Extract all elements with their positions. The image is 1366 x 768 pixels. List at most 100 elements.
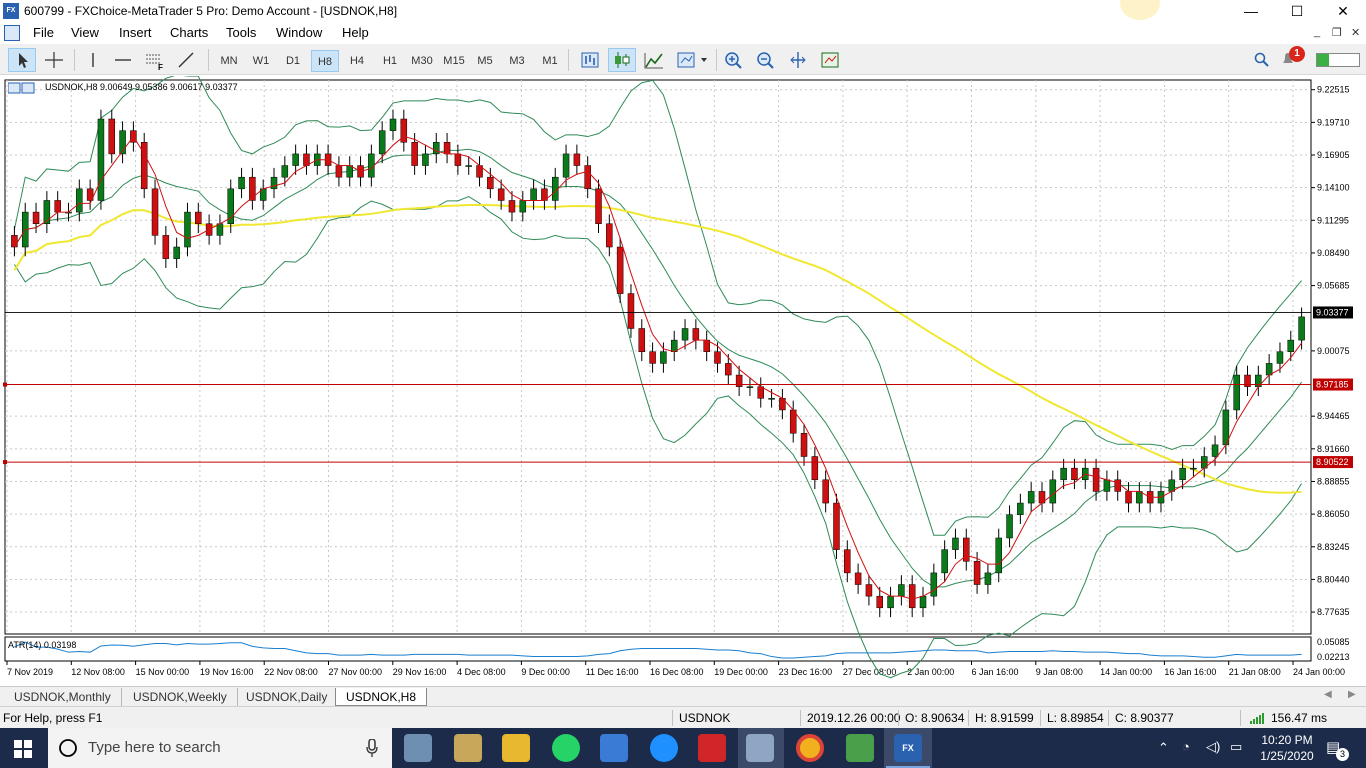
candle-body	[389, 118, 397, 131]
candle-body	[346, 165, 353, 178]
tab-scroll-right-icon[interactable]: ▶	[1348, 689, 1356, 700]
connection-fill	[1317, 54, 1329, 66]
candle-body	[1114, 479, 1121, 492]
chrome-icon[interactable]	[796, 734, 824, 762]
price-chart[interactable]: 9.22515 9.19710 9.16905 9.14100 9.11295 9.084…	[0, 74, 1366, 686]
timeframe-h4[interactable]: H4	[344, 50, 370, 72]
price-axis-label: 9.19710	[1317, 117, 1350, 127]
level-price-label: 8.97185	[1316, 380, 1349, 390]
menu-view[interactable]: View	[71, 25, 99, 40]
tab-usdnok-h8[interactable]: USDNOK,H8	[335, 688, 428, 706]
paint-app-icon[interactable]	[454, 734, 482, 762]
line-chart-button[interactable]	[640, 48, 668, 72]
trendline-icon	[178, 52, 194, 68]
candle-body	[1027, 491, 1035, 504]
menu-help[interactable]: Help	[342, 25, 369, 40]
timeframe-mn[interactable]: MN	[216, 50, 242, 72]
trading-app-icon[interactable]	[698, 734, 726, 762]
chart-window-icon[interactable]	[4, 25, 20, 41]
crosshair-tool-button[interactable]	[40, 48, 68, 72]
timeframe-h1[interactable]: H1	[377, 50, 403, 72]
candle-body	[649, 351, 656, 364]
timeframe-m30[interactable]: M30	[407, 50, 437, 72]
trendline-button[interactable]	[172, 48, 200, 72]
chart-properties-button[interactable]	[816, 48, 844, 72]
fibonacci-button[interactable]: F	[140, 48, 168, 72]
timeframe-w1[interactable]: W1	[248, 50, 274, 72]
menu-file[interactable]: File	[33, 25, 54, 40]
network-app-icon[interactable]	[746, 734, 774, 762]
chart-window[interactable]: 9.22515 9.19710 9.16905 9.14100 9.11295 9.084…	[0, 74, 1366, 686]
volume-icon[interactable]: ◁)	[1206, 739, 1220, 755]
minimize-button[interactable]: —	[1228, 0, 1274, 22]
mdi-restore-button[interactable]: ❐	[1332, 26, 1342, 39]
search-button[interactable]	[1254, 52, 1270, 71]
current-price-label: 9.03377	[1316, 307, 1349, 317]
chart-templates-button[interactable]	[672, 48, 712, 72]
metaeditor-icon[interactable]	[846, 734, 874, 762]
mdi-minimize-button[interactable]: _	[1314, 26, 1320, 38]
zoom-out-button[interactable]	[752, 48, 780, 72]
candle-body	[692, 328, 700, 341]
status-separator	[1240, 710, 1241, 726]
bar-chart-button[interactable]	[576, 48, 604, 72]
timeframe-d1[interactable]: D1	[280, 50, 306, 72]
horizontal-line-button[interactable]	[110, 48, 136, 72]
wifi-icon[interactable]: ◔	[1182, 739, 1190, 754]
split-icon	[790, 52, 806, 68]
candle-body	[195, 211, 202, 224]
tile-windows-button[interactable]	[784, 48, 812, 72]
candle-body	[1233, 374, 1240, 411]
maximize-button[interactable]: ☐	[1274, 0, 1320, 22]
microphone-icon[interactable]	[366, 739, 378, 757]
timeframe-m5[interactable]: M5	[472, 50, 498, 72]
timeframe-h8[interactable]: H8	[311, 50, 339, 72]
search-icon	[1254, 52, 1269, 67]
candle-body	[746, 386, 754, 388]
close-button[interactable]: ✕	[1320, 0, 1366, 22]
remote-desktop-icon[interactable]	[600, 734, 628, 762]
candle-body	[984, 572, 992, 585]
file-explorer-icon[interactable]	[502, 734, 530, 762]
price-axis-label: 9.16905	[1317, 150, 1350, 160]
menu-insert[interactable]: Insert	[119, 25, 152, 40]
mdi-close-button[interactable]: ✕	[1351, 26, 1360, 39]
menu-window[interactable]: Window	[276, 25, 322, 40]
tab-scroll-left-icon[interactable]: ◀	[1324, 689, 1332, 700]
cursor-tool-button[interactable]	[8, 48, 36, 72]
time-axis-label: 27 Nov 00:00	[329, 667, 383, 677]
toolbar-separator	[208, 49, 209, 71]
task-view-app-icon[interactable]	[404, 734, 432, 762]
timeframe-m1[interactable]: M1	[537, 50, 563, 72]
taskbar-date[interactable]: 1/25/2020	[1256, 749, 1318, 763]
candle-body	[919, 595, 927, 609]
taskbar-time[interactable]: 10:20 PM	[1256, 733, 1318, 747]
menu-charts[interactable]: Charts	[170, 25, 208, 40]
zoom-in-button[interactable]	[720, 48, 748, 72]
candle-body	[995, 537, 1002, 574]
battery-icon[interactable]: ▭	[1230, 739, 1242, 755]
candlestick-button[interactable]	[608, 48, 636, 72]
chart-properties-icon	[821, 52, 839, 68]
candle-body	[378, 130, 386, 155]
vertical-line-button[interactable]	[80, 48, 106, 72]
internet-explorer-icon[interactable]	[650, 734, 678, 762]
tab-usdnok-weekly[interactable]: USDNOK,Weekly	[123, 688, 238, 706]
tab-usdnok-monthly[interactable]: USDNOK,Monthly	[4, 688, 122, 706]
menu-tools[interactable]: Tools	[226, 25, 256, 40]
taskbar-search[interactable]: Type here to search	[48, 728, 392, 768]
tab-usdnok-daily[interactable]: USDNOK,Daily	[236, 688, 339, 706]
status-symbol: USDNOK	[679, 711, 731, 725]
candle-body	[757, 386, 765, 399]
timeframe-m3[interactable]: M3	[504, 50, 530, 72]
windows-start-button[interactable]	[14, 740, 32, 761]
candle-body	[508, 200, 516, 213]
metatrader-icon[interactable]: FX	[894, 734, 922, 762]
whatsapp-icon[interactable]	[552, 734, 580, 762]
atr-label: ATR(14) 0.03198	[8, 640, 77, 650]
timeframe-m15[interactable]: M15	[439, 50, 469, 72]
level-handle	[3, 382, 7, 387]
time-axis-label: 12 Nov 08:00	[71, 667, 125, 677]
tray-chevron-icon[interactable]: ⌃	[1158, 740, 1169, 756]
price-axis-label: 9.11295	[1317, 215, 1349, 225]
